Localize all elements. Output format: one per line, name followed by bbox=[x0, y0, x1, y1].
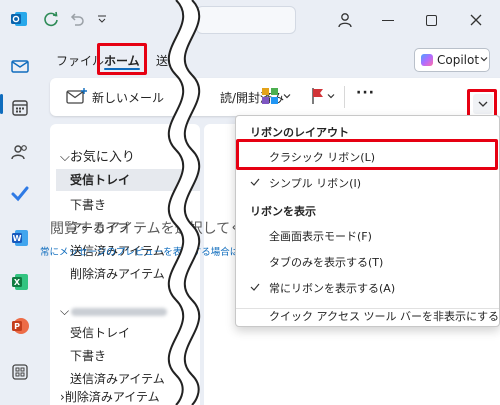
hide-quick-access-toolbar-option[interactable]: クイック アクセス ツール バーを非表示にする(H) bbox=[236, 304, 500, 326]
folder-item[interactable]: 受信トレイ bbox=[56, 169, 200, 191]
redacted-account-name bbox=[71, 307, 168, 316]
more-commands-button[interactable]: ··· bbox=[356, 85, 375, 101]
simple-ribbon-option[interactable]: シンプル リボン(I) bbox=[236, 170, 499, 194]
folder-item[interactable]: ›削除済みアイテム bbox=[60, 388, 160, 405]
maximize-button[interactable] bbox=[426, 15, 437, 26]
checkmark-icon bbox=[250, 178, 260, 186]
classic-ribbon-highlight bbox=[236, 139, 498, 170]
active-app-indicator bbox=[0, 94, 3, 114]
fullscreen-mode-option[interactable]: 全画面表示モード(F) bbox=[236, 223, 499, 247]
chevron-down-icon: ⌵ bbox=[60, 150, 70, 165]
folder-item[interactable]: 送信済みアイテム bbox=[70, 370, 165, 387]
folder-item[interactable]: 下書き bbox=[70, 347, 106, 364]
svg-text:P: P bbox=[14, 322, 20, 331]
show-ribbon-section-header: リボンを表示 bbox=[250, 205, 316, 218]
todo-icon[interactable] bbox=[10, 184, 30, 204]
svg-text:X: X bbox=[14, 278, 21, 287]
copilot-label: Copilot bbox=[437, 53, 480, 67]
favorites-header[interactable]: ⌵お気に入り bbox=[60, 146, 135, 165]
mail-icon[interactable] bbox=[10, 56, 30, 76]
close-icon[interactable] bbox=[468, 12, 484, 28]
excel-icon[interactable]: X bbox=[10, 272, 30, 292]
chevron-down-icon: ⌵ bbox=[60, 304, 70, 318]
ribbon: 新しいメール 読/開封済み ··· bbox=[50, 78, 500, 116]
folder-item[interactable]: 削除済みアイテム bbox=[70, 265, 165, 282]
outlook-logo-icon[interactable] bbox=[10, 10, 28, 28]
chevron-down-icon bbox=[480, 57, 488, 62]
more-apps-icon[interactable] bbox=[10, 362, 30, 382]
tab-send[interactable]: 送 bbox=[156, 52, 168, 69]
new-mail-icon bbox=[66, 88, 87, 104]
customize-quick-access-icon[interactable] bbox=[96, 13, 108, 25]
folder-pane: ⌵お気に入り 受信トレイ 下書き アーカイブ 送信済みアイテム 削除済みアイテム… bbox=[50, 124, 200, 405]
minimize-button[interactable] bbox=[382, 20, 394, 21]
folder-item[interactable]: 受信トレイ bbox=[70, 324, 130, 341]
categorize-icon[interactable] bbox=[260, 86, 280, 106]
always-show-ribbon-option[interactable]: 常にリボンを表示する(A) bbox=[236, 275, 499, 299]
app-bar: W X P bbox=[0, 42, 40, 405]
search-box[interactable] bbox=[196, 6, 296, 34]
title-bar bbox=[0, 0, 500, 42]
chevron-down-icon[interactable] bbox=[282, 91, 292, 101]
chevron-down-icon[interactable] bbox=[326, 91, 336, 101]
copilot-button[interactable]: Copilot bbox=[414, 48, 490, 72]
folder-item[interactable]: 下書き bbox=[70, 196, 106, 213]
home-tab-highlight bbox=[97, 43, 147, 75]
sync-icon[interactable] bbox=[42, 10, 60, 28]
ribbon-divider bbox=[344, 86, 345, 108]
new-mail-button[interactable]: 新しいメール bbox=[92, 89, 164, 106]
svg-text:W: W bbox=[13, 234, 22, 243]
powerpoint-icon[interactable]: P bbox=[10, 316, 30, 336]
show-tabs-only-option[interactable]: タブのみを表示する(T) bbox=[236, 249, 499, 273]
calendar-icon[interactable] bbox=[10, 98, 30, 118]
flag-icon[interactable] bbox=[308, 86, 328, 106]
word-icon[interactable]: W bbox=[10, 228, 30, 248]
account-header[interactable]: ⌵ bbox=[60, 304, 168, 319]
profile-icon[interactable] bbox=[336, 11, 354, 29]
copilot-icon bbox=[421, 54, 433, 66]
people-icon[interactable] bbox=[10, 142, 30, 162]
layout-section-header: リボンのレイアウト bbox=[250, 126, 349, 139]
undo-icon[interactable] bbox=[68, 10, 86, 28]
checkmark-icon bbox=[250, 283, 260, 291]
